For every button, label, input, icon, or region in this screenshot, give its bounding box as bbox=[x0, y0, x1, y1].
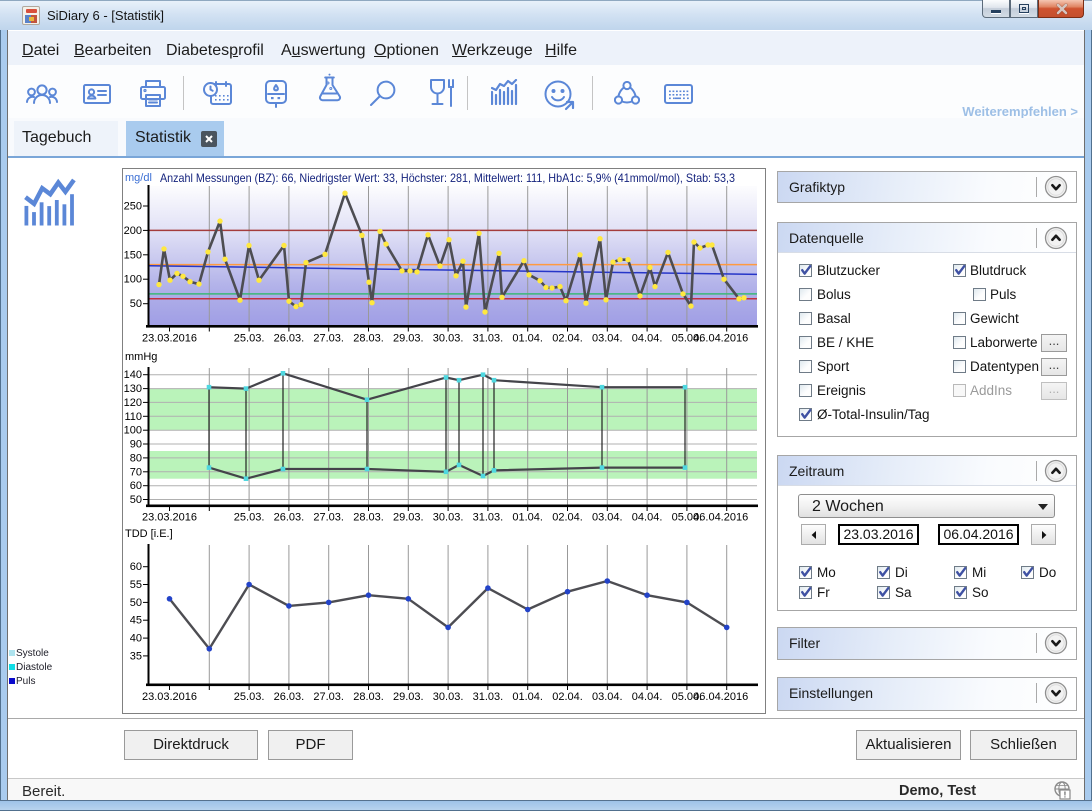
svg-text:27.03.: 27.03. bbox=[313, 691, 344, 703]
svg-text:03.04.: 03.04. bbox=[592, 512, 623, 524]
svg-text:55: 55 bbox=[130, 579, 142, 591]
svg-text:01.04.: 01.04. bbox=[512, 691, 543, 703]
svg-text:40: 40 bbox=[130, 633, 142, 645]
svg-text:50: 50 bbox=[130, 298, 142, 310]
svg-text:26.03.: 26.03. bbox=[274, 333, 305, 345]
svg-text:06.04.2016: 06.04.2016 bbox=[693, 691, 748, 703]
svg-text:120: 120 bbox=[124, 397, 142, 409]
svg-text:50: 50 bbox=[130, 494, 142, 506]
svg-text:110: 110 bbox=[124, 411, 142, 423]
svg-text:45: 45 bbox=[130, 615, 142, 627]
svg-text:70: 70 bbox=[130, 466, 142, 478]
svg-text:25.03.: 25.03. bbox=[234, 512, 265, 524]
svg-text:27.03.: 27.03. bbox=[313, 333, 344, 345]
svg-text:27.03.: 27.03. bbox=[313, 512, 344, 524]
svg-text:01.04.: 01.04. bbox=[512, 333, 543, 345]
svg-text:04.04.: 04.04. bbox=[632, 512, 663, 524]
svg-text:!: ! bbox=[1064, 791, 1067, 800]
svg-text:28.03.: 28.03. bbox=[353, 691, 384, 703]
svg-text:30.03.: 30.03. bbox=[433, 333, 464, 345]
svg-text:35: 35 bbox=[130, 650, 142, 662]
svg-text:26.03.: 26.03. bbox=[274, 512, 305, 524]
svg-text:60: 60 bbox=[130, 561, 142, 573]
svg-text:140: 140 bbox=[124, 369, 142, 381]
svg-text:50: 50 bbox=[130, 597, 142, 609]
svg-text:28.03.: 28.03. bbox=[353, 512, 384, 524]
svg-text:06.04.2016: 06.04.2016 bbox=[693, 512, 748, 524]
svg-text:31.03.: 31.03. bbox=[473, 691, 504, 703]
svg-text:250: 250 bbox=[124, 201, 142, 213]
svg-text:26.03.: 26.03. bbox=[274, 691, 305, 703]
svg-text:02.04.: 02.04. bbox=[552, 333, 583, 345]
svg-text:Anzahl Messungen (BZ): 66, Nie: Anzahl Messungen (BZ): 66, Niedrigster W… bbox=[160, 171, 735, 185]
svg-text:90: 90 bbox=[130, 439, 142, 451]
svg-text:02.04.: 02.04. bbox=[552, 512, 583, 524]
svg-text:04.04.: 04.04. bbox=[632, 691, 663, 703]
svg-text:100: 100 bbox=[124, 425, 142, 437]
svg-text:30.03.: 30.03. bbox=[433, 512, 464, 524]
svg-text:130: 130 bbox=[124, 383, 142, 395]
svg-text:100: 100 bbox=[124, 274, 142, 286]
svg-text:28.03.: 28.03. bbox=[353, 333, 384, 345]
svg-text:31.03.: 31.03. bbox=[473, 512, 504, 524]
svg-text:25.03.: 25.03. bbox=[234, 333, 265, 345]
svg-text:mmHg: mmHg bbox=[125, 351, 157, 363]
svg-text:25.03.: 25.03. bbox=[234, 691, 265, 703]
svg-text:23.03.2016: 23.03.2016 bbox=[142, 512, 197, 524]
svg-text:23.03.2016: 23.03.2016 bbox=[142, 691, 197, 703]
svg-text:03.04.: 03.04. bbox=[592, 691, 623, 703]
svg-text:29.03.: 29.03. bbox=[393, 512, 424, 524]
svg-text:80: 80 bbox=[130, 452, 142, 464]
svg-text:150: 150 bbox=[124, 249, 142, 261]
svg-text:06.04.2016: 06.04.2016 bbox=[693, 333, 748, 345]
svg-text:23.03.2016: 23.03.2016 bbox=[142, 333, 197, 345]
svg-text:TDD [i.E.]: TDD [i.E.] bbox=[125, 528, 173, 540]
svg-text:200: 200 bbox=[124, 225, 142, 237]
svg-text:30.03.: 30.03. bbox=[433, 691, 464, 703]
svg-text:04.04.: 04.04. bbox=[632, 333, 663, 345]
svg-text:03.04.: 03.04. bbox=[592, 333, 623, 345]
svg-text:60: 60 bbox=[130, 480, 142, 492]
svg-text:29.03.: 29.03. bbox=[393, 691, 424, 703]
svg-text:29.03.: 29.03. bbox=[393, 333, 424, 345]
svg-text:31.03.: 31.03. bbox=[473, 333, 504, 345]
svg-text:02.04.: 02.04. bbox=[552, 691, 583, 703]
svg-text:01.04.: 01.04. bbox=[512, 512, 543, 524]
svg-text:mg/dl: mg/dl bbox=[125, 172, 152, 184]
